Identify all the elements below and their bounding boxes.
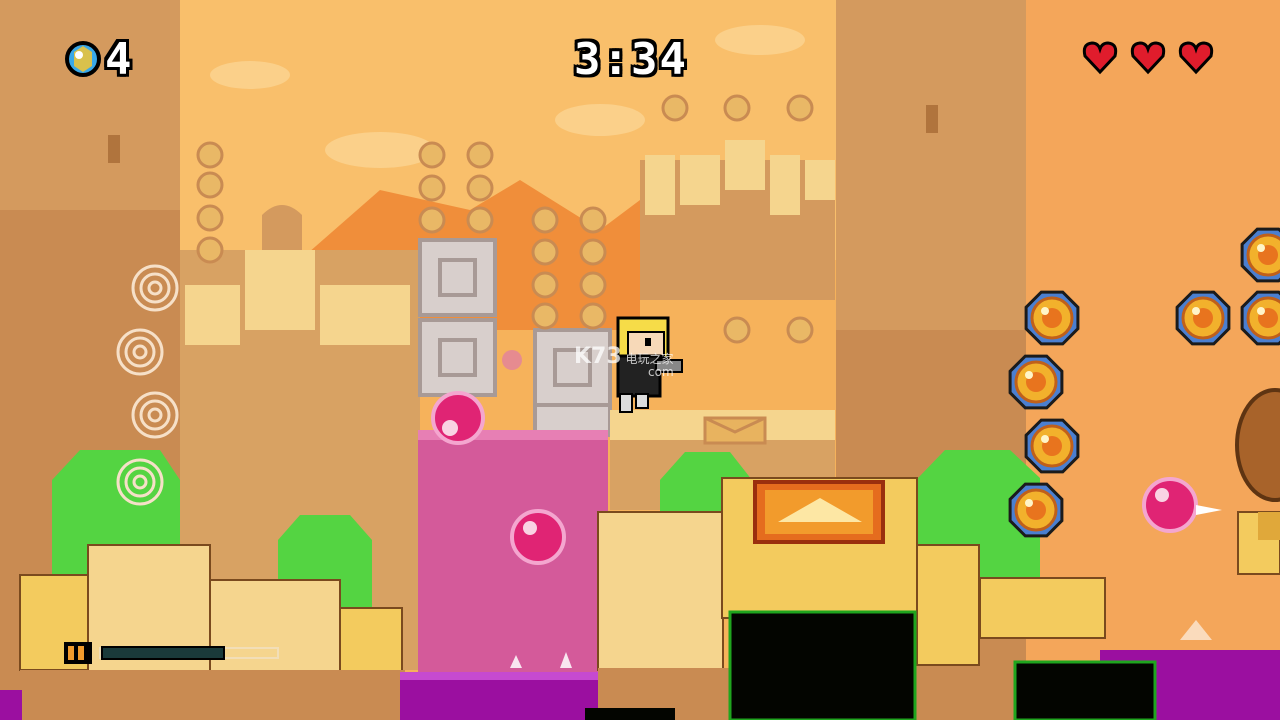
golden-diamond-coin (1008, 354, 1064, 410)
golden-diamond-coin (1240, 227, 1280, 283)
pink-block (418, 430, 608, 680)
background-coin (786, 316, 814, 344)
background-coin (466, 174, 494, 202)
background-coin (531, 206, 559, 234)
heart-icon (1082, 41, 1118, 75)
background-coin (466, 141, 494, 169)
background-coin (723, 94, 751, 122)
background-coin (579, 271, 607, 299)
background-coin (466, 206, 494, 234)
background-coin (579, 302, 607, 330)
heart-icon (1178, 41, 1214, 75)
level-timer: 3:34 (574, 34, 688, 85)
golden-diamond-coin (1240, 290, 1280, 346)
purple-goo (400, 675, 600, 720)
gem-counter: 4 (105, 34, 132, 85)
watermark-line1: 电玩之家 (625, 352, 674, 366)
background-coin (418, 206, 446, 234)
background-coin (196, 204, 224, 232)
background-coin (531, 271, 559, 299)
dark-pit (1013, 660, 1157, 720)
golden-diamond-coin (1024, 418, 1080, 474)
game-scene: 4 3:34 K73 电玩之家 com (0, 0, 1280, 720)
health-hearts (1082, 40, 1222, 76)
background-coin (579, 238, 607, 266)
mudd-blob-enemy (510, 509, 566, 565)
background-coin (723, 316, 751, 344)
background-coin (661, 94, 689, 122)
water-tank-meter (64, 640, 279, 666)
site-watermark: K73 电玩之家 com (574, 344, 674, 379)
water-cannon-icon (64, 642, 92, 664)
water-level-fill (101, 646, 225, 660)
water-sprite-gem-icon (65, 41, 101, 77)
mudd-blob-enemy (431, 391, 485, 445)
golden-diamond-coin (1024, 290, 1080, 346)
dark-pit (728, 610, 917, 720)
golden-diamond-coin (1175, 290, 1231, 346)
background-coin (418, 141, 446, 169)
heart-icon (1130, 41, 1166, 75)
background-coin (786, 94, 814, 122)
background-coin (531, 238, 559, 266)
watermark-logo: K73 (574, 344, 622, 369)
background-coin (579, 206, 607, 234)
watermark-line2: com (648, 365, 674, 379)
background-coin (196, 236, 224, 264)
golden-diamond-coin (1008, 482, 1064, 538)
background-coin (196, 171, 224, 199)
background-coin (418, 174, 446, 202)
background-coin (196, 141, 224, 169)
background-coin (531, 302, 559, 330)
bounce-pad (753, 480, 885, 544)
